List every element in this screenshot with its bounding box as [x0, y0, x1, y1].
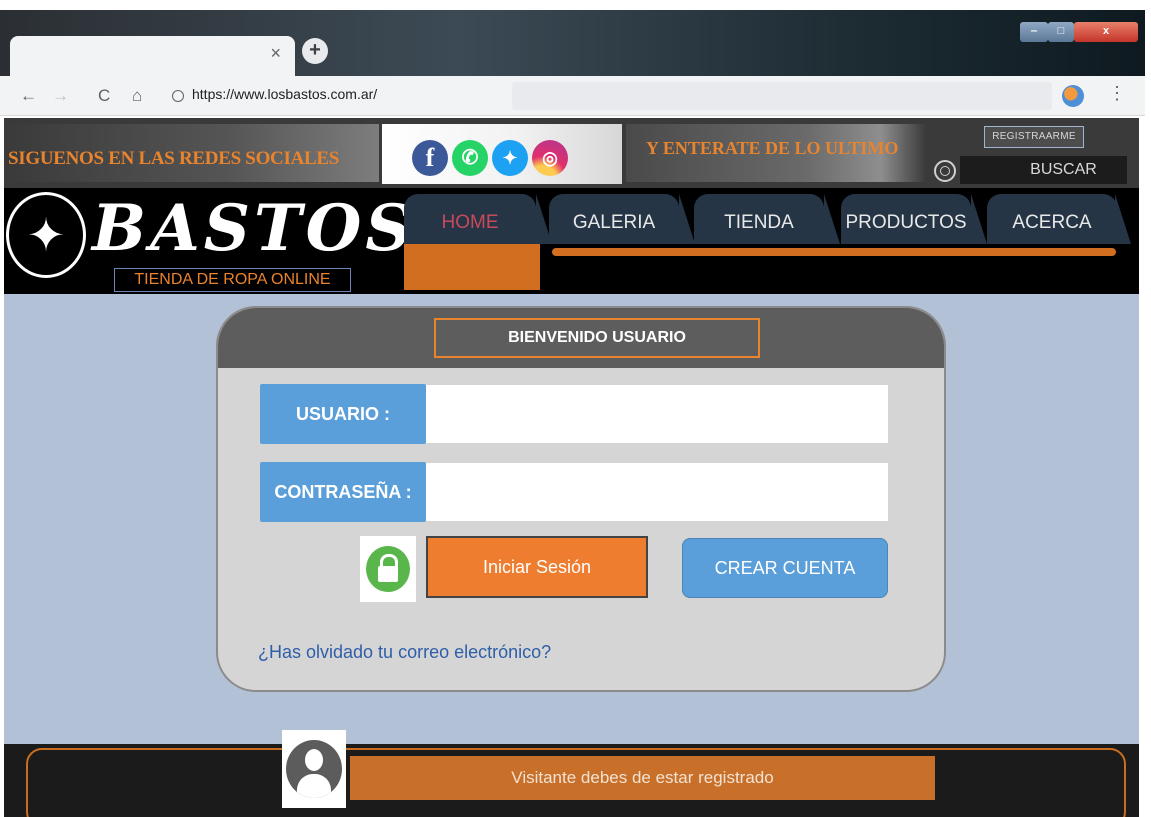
latest-text: Y ENTERATE DE LO ULTIMO [646, 138, 899, 158]
browser-toolbar: ← → C ⌂ https://www.losbastos.com.ar/ ⋮ [0, 76, 1145, 116]
extension-icon[interactable] [1062, 85, 1084, 107]
forward-icon[interactable]: → [52, 82, 69, 110]
logo-tagline: TIENDA DE ROPA ONLINE [114, 268, 351, 292]
kebab-menu-icon[interactable]: ⋮ [1108, 83, 1126, 104]
create-account-button[interactable]: CREAR CUENTA [682, 538, 888, 598]
logo-wordmark: BASTOS [92, 191, 416, 266]
minimize-icon[interactable]: ‒ [1020, 22, 1048, 42]
latest-panel: Y ENTERATE DE LO ULTIMO [626, 124, 926, 182]
new-tab-icon[interactable]: + [302, 38, 328, 64]
home-icon[interactable]: ⌂ [132, 82, 142, 110]
footer-bar: Visitante debes de estar registrado [4, 730, 1139, 817]
password-input[interactable] [426, 463, 888, 521]
nav-tab-home[interactable]: HOME [404, 194, 552, 244]
back-icon[interactable]: ← [20, 82, 37, 110]
username-label: USUARIO : [260, 384, 426, 444]
visitor-message: Visitante debes de estar registrado [350, 756, 935, 800]
forgot-email-link[interactable]: ¿Has olvidado tu correo electrónico? [258, 642, 551, 663]
login-button[interactable]: Iniciar Sesión [426, 536, 648, 598]
social-icons: f ✆ ✦ ◎ [382, 124, 622, 184]
page-info-icon[interactable] [172, 90, 184, 102]
address-bar[interactable]: https://www.losbastos.com.ar/ [172, 82, 1052, 110]
padlock-frame [360, 536, 416, 602]
nav-underline [552, 248, 1116, 256]
username-input[interactable] [426, 385, 888, 443]
password-label: CONTRASEÑA : [260, 462, 426, 522]
web-page: SIGUENOS EN LAS REDES SOCIALES f ✆ ✦ ◎ Y… [4, 118, 1139, 817]
follow-panel: SIGUENOS EN LAS REDES SOCIALES [4, 124, 379, 182]
tab-close-icon[interactable]: × [270, 44, 281, 62]
search-input[interactable]: BUSCAR [960, 156, 1127, 184]
follow-text: SIGUENOS EN LAS REDES SOCIALES [8, 148, 340, 169]
padlock-icon [366, 546, 410, 592]
register-button[interactable]: REGISTRAARME [984, 126, 1084, 148]
whatsapp-icon[interactable]: ✆ [452, 140, 488, 176]
home-active-indicator [404, 244, 540, 290]
search-icon[interactable] [934, 160, 956, 182]
login-card-header: BIENVENIDO USUARIO [218, 308, 944, 368]
nav-tab-galeria[interactable]: GALERIA [549, 194, 695, 244]
nav-tab-productos[interactable]: PRODUCTOS [841, 194, 987, 244]
maximize-icon[interactable]: □ [1048, 22, 1074, 42]
instagram-icon[interactable]: ◎ [532, 140, 568, 176]
nav-tab-acerca[interactable]: ACERCA [987, 194, 1131, 244]
reload-icon[interactable]: C [98, 82, 110, 110]
twitter-icon[interactable]: ✦ [492, 140, 528, 176]
logo-bar: ✦ BASTOS TIENDA DE ROPA ONLINE HOME GALE… [4, 188, 1139, 294]
facebook-icon[interactable]: f [412, 140, 448, 176]
user-avatar-icon [286, 740, 342, 798]
browser-tab[interactable]: × [10, 36, 295, 76]
close-window-icon[interactable]: x [1074, 22, 1138, 42]
nav-tab-tienda[interactable]: TIENDA [694, 194, 840, 244]
social-banner: SIGUENOS EN LAS REDES SOCIALES f ✆ ✦ ◎ Y… [4, 118, 1139, 188]
address-bar-empty-area[interactable] [512, 82, 1052, 110]
avatar [282, 730, 346, 808]
login-card: BIENVENIDO USUARIO USUARIO : CONTRASEÑA … [216, 306, 946, 692]
url-text[interactable]: https://www.losbastos.com.ar/ [192, 86, 377, 102]
browser-window: × + ‒ □ x ← → C ⌂ https://www.losbastos.… [0, 0, 1151, 817]
login-title: BIENVENIDO USUARIO [434, 318, 760, 358]
lizard-emblem-icon: ✦ [6, 192, 86, 278]
